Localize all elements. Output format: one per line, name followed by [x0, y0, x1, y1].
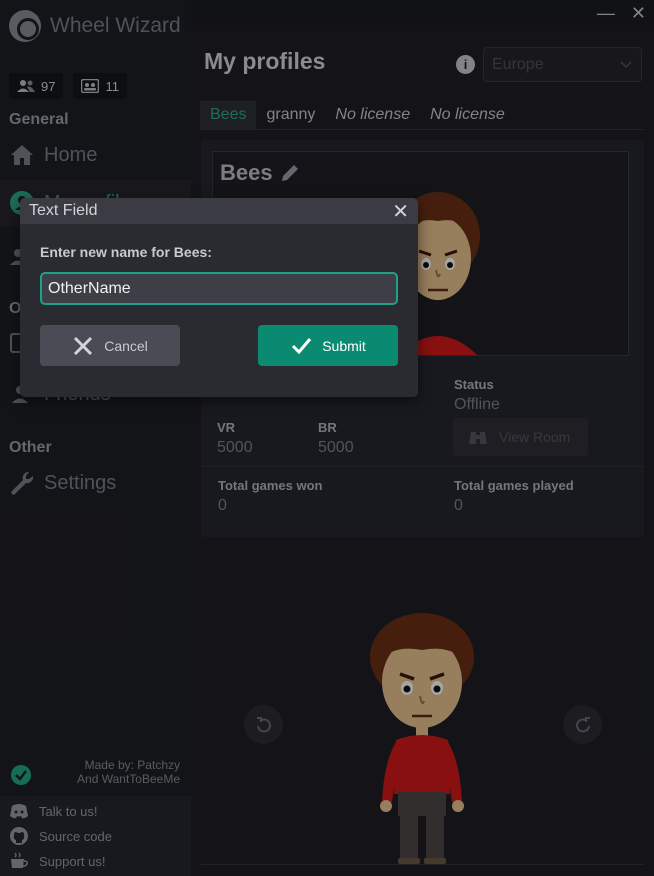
- modal-overlay[interactable]: [0, 0, 654, 876]
- app-window: Wheel Wizard 97 11 General Home My profi…: [0, 0, 654, 876]
- dialog-prompt: Enter new name for Bees:: [40, 244, 212, 260]
- submit-button[interactable]: Submit: [258, 325, 398, 366]
- dialog-close-button[interactable]: ✕: [392, 199, 409, 224]
- cancel-label: Cancel: [104, 337, 148, 354]
- new-name-input[interactable]: [40, 272, 398, 305]
- dialog-header: Text Field ✕: [20, 198, 418, 224]
- cancel-button[interactable]: Cancel: [40, 325, 180, 366]
- close-icon: [74, 336, 93, 355]
- submit-label: Submit: [322, 337, 366, 354]
- checkmark-icon: [292, 337, 312, 354]
- dialog-title: Text Field: [29, 202, 98, 219]
- rename-dialog: Text Field ✕ Enter new name for Bees: Ca…: [20, 198, 418, 397]
